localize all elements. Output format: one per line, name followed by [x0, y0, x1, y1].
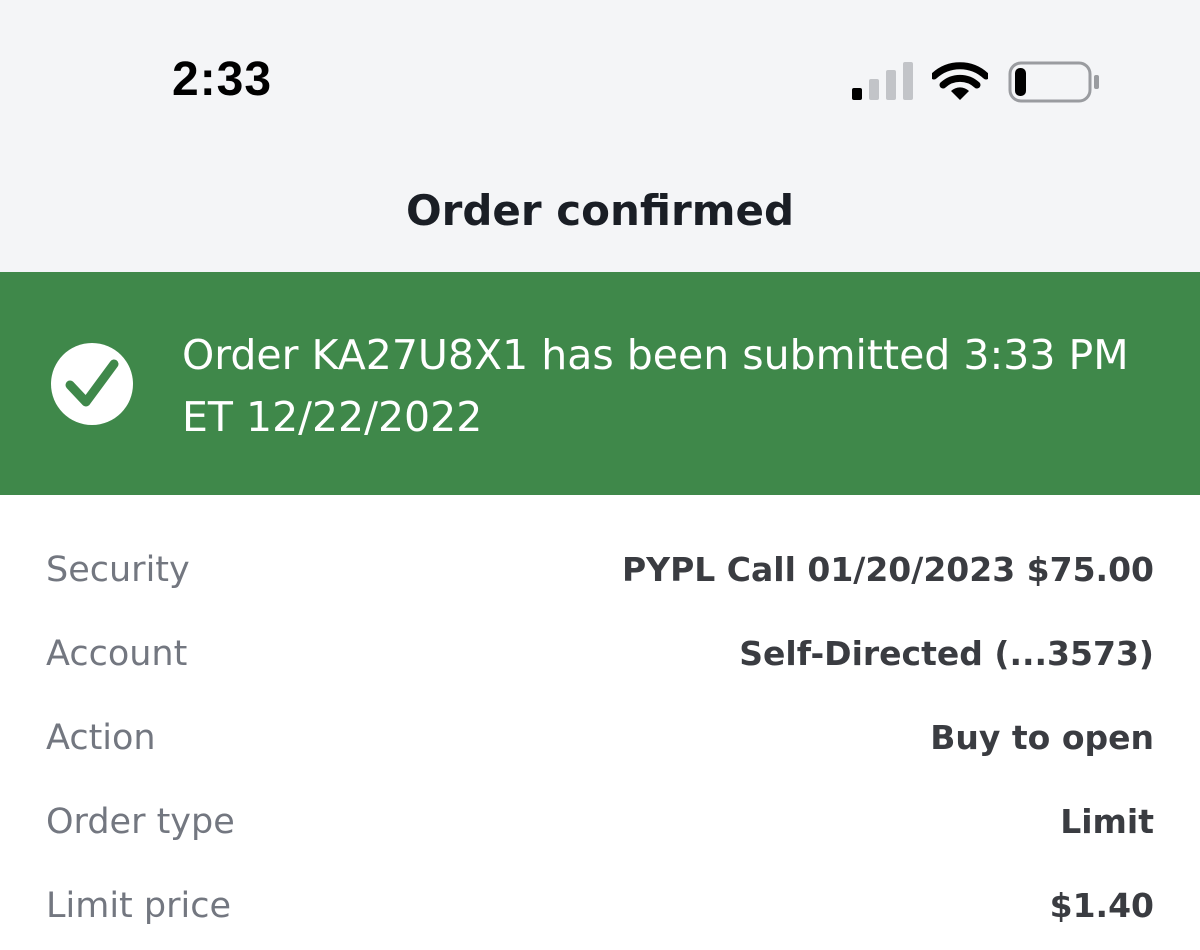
confirmation-message: Order KA27U8X1 has been submitted 3:33 P…	[182, 331, 1129, 441]
detail-value: $1.40	[1049, 886, 1154, 925]
page-title: Order confirmed	[405, 186, 795, 235]
nav-bar: Order confirmed	[0, 150, 1200, 272]
cellular-signal-icon	[852, 62, 913, 100]
detail-value: Self-Directed (...3573)	[739, 634, 1154, 673]
order-details: Security PYPL Call 01/20/2023 $75.00 Acc…	[0, 530, 1200, 950]
detail-row-action: Action Buy to open	[0, 698, 1200, 782]
detail-row-security: Security PYPL Call 01/20/2023 $75.00	[0, 530, 1200, 614]
detail-label: Order type	[46, 802, 235, 842]
detail-label: Limit price	[46, 886, 231, 926]
detail-row-limit-price: Limit price $1.40	[0, 866, 1200, 950]
detail-value: Limit	[1060, 802, 1154, 841]
wifi-icon	[932, 62, 988, 100]
detail-label: Action	[46, 718, 156, 758]
battery-low-icon	[1008, 61, 1099, 103]
status-bar: 2:33	[0, 0, 1200, 150]
checkmark-circle-icon	[51, 343, 133, 425]
detail-value: PYPL Call 01/20/2023 $75.00	[621, 550, 1154, 589]
detail-label: Account	[46, 634, 188, 674]
detail-row-account: Account Self-Directed (...3573)	[0, 614, 1200, 698]
confirmation-banner: Order KA27U8X1 has been submitted 3:33 P…	[0, 272, 1200, 495]
detail-value: Buy to open	[930, 718, 1154, 757]
status-time: 2:33	[172, 53, 273, 106]
detail-label: Security	[46, 550, 190, 590]
detail-row-order-type: Order type Limit	[0, 782, 1200, 866]
